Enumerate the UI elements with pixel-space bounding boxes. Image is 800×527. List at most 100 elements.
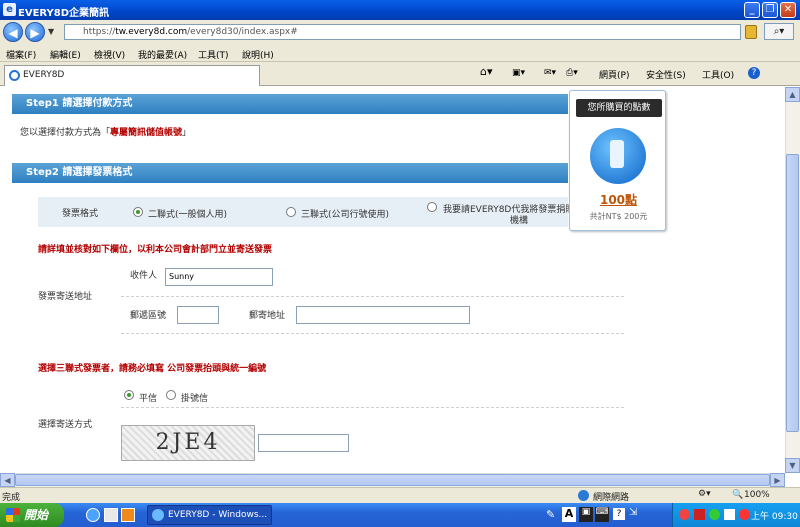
start-label: 開始 [24, 508, 49, 522]
back-icon[interactable]: ◀ [3, 22, 23, 42]
start-button[interactable]: 開始 [0, 503, 64, 527]
delivery-registered-label: 掛號信 [181, 394, 209, 404]
delivery-regular-label: 平信 [139, 394, 158, 404]
menu-file[interactable]: 檔案(F) [6, 48, 36, 61]
language-icon[interactable]: ✎ [546, 508, 555, 521]
zone-text: 網際網路 [593, 493, 630, 503]
ime-help-icon[interactable]: ? [613, 508, 625, 520]
invoice-donate-radio[interactable] [427, 202, 437, 212]
maximize-button[interactable]: ❐ [762, 2, 778, 18]
page-icon [9, 70, 20, 81]
minimize-button[interactable]: _ [744, 2, 760, 18]
forward-icon[interactable]: ▶ [25, 22, 45, 42]
tab-label: EVERY8D [23, 70, 65, 80]
window-title-bar: e EVERY8D企業簡訊 _ ❐ ✕ [0, 0, 800, 20]
tab-every8d[interactable]: EVERY8D [4, 65, 260, 86]
mail-address-input[interactable] [296, 306, 470, 324]
vertical-scroll-thumb[interactable] [786, 154, 799, 432]
tray-alert-icon[interactable] [739, 509, 750, 520]
desktop-quicklaunch-icon[interactable] [104, 508, 118, 522]
globe-icon [578, 490, 589, 501]
invoice-notice: 請詳填並核對如下欄位，以利本公司會計部門立並寄送發票 [38, 245, 273, 255]
mobile-phone-icon [590, 128, 646, 184]
mail-icon[interactable]: ✉▾ [544, 68, 556, 78]
help-icon[interactable]: ? [748, 67, 760, 79]
points-value[interactable]: 100點 [570, 191, 667, 208]
mail-address-label: 郵寄地址 [249, 311, 286, 321]
tray-network-icon[interactable] [709, 509, 720, 520]
clock[interactable]: 上午 09:30 [751, 509, 798, 522]
recipient-label: 收件人 [130, 271, 158, 281]
menu-help[interactable]: 說明(H) [242, 48, 274, 61]
tray-security-icon[interactable] [694, 509, 705, 520]
invoice-duplicate-radio[interactable] [133, 207, 143, 217]
protected-mode-icon[interactable]: ⚙▾ [698, 489, 711, 499]
points-panel: 您所購買的點數 100點 共計NT$ 200元 [569, 90, 666, 231]
points-total: 共計NT$ 200元 [589, 212, 648, 221]
close-button[interactable]: ✕ [780, 2, 796, 18]
search-icon[interactable]: ⌕▾ [764, 23, 794, 40]
ime-keyboard-icon[interactable]: ⌨ [595, 507, 609, 522]
zip-input[interactable] [177, 306, 219, 324]
recipient-input[interactable]: Sunny [165, 268, 273, 286]
scroll-up-icon[interactable]: ▲ [785, 87, 800, 102]
ime-indicator-icon[interactable]: A [562, 507, 576, 522]
home-icon[interactable]: ⌂▾ [480, 65, 493, 78]
delivery-registered-radio[interactable] [166, 390, 176, 400]
tools-menu[interactable]: 工具(O) [702, 68, 734, 81]
invoice-triplicate-radio[interactable] [286, 207, 296, 217]
address-toolbar: ◀ ▶ ▼ https://tw.every8d.com/every8d30/i… [0, 20, 800, 44]
payment-suffix: 」 [182, 128, 192, 138]
address-input[interactable]: https://tw.every8d.com/every8d30/index.a… [64, 24, 741, 40]
horizontal-scroll-thumb[interactable] [15, 474, 770, 486]
step2-header: Step2 請選擇發票格式 [12, 163, 568, 183]
captcha-image: 2JE4 [121, 425, 255, 461]
print-icon[interactable]: ⎙▾ [566, 68, 578, 78]
tray-volume-icon[interactable] [724, 509, 735, 520]
status-bar: 完成 網際網路 ⚙▾ 🔍 100% [0, 487, 800, 503]
ie-quicklaunch-icon[interactable] [86, 508, 100, 522]
invoice-donate-label-2: 機構 [510, 216, 529, 226]
url-path: /every8d30/index.aspx# [187, 27, 298, 37]
status-text: 完成 [2, 493, 21, 503]
points-panel-title: 您所購買的點數 [576, 99, 662, 117]
menu-bar: 檔案(F) 編輯(E) 檢視(V) 我的最愛(A) 工具(T) 說明(H) [0, 44, 800, 62]
menu-favorites[interactable]: 我的最愛(A) [138, 48, 187, 61]
captcha-input[interactable] [258, 434, 349, 452]
delivery-method-label: 選擇寄送方式 [38, 420, 93, 430]
page-menu[interactable]: 網頁(P) [599, 68, 629, 81]
outlook-quicklaunch-icon[interactable] [121, 508, 135, 522]
scroll-down-icon[interactable]: ▼ [785, 458, 800, 473]
delivery-regular-radio[interactable] [124, 390, 134, 400]
divider [121, 333, 624, 334]
divider [121, 296, 624, 297]
scroll-right-icon[interactable]: ▶ [770, 473, 785, 487]
payment-method-text: 您以選擇付款方式為「專屬簡訊儲值帳號」 [20, 125, 191, 138]
taskbar-item-ie[interactable]: EVERY8D - Windows... [147, 505, 272, 525]
ime-options-icon[interactable]: ⇲ [629, 507, 637, 518]
invoice-triplicate-label: 三聯式(公司行號使用) [301, 210, 390, 220]
tray-app-icon[interactable] [679, 509, 690, 520]
page-content: Step1 請選擇付款方式 您以選擇付款方式為「專屬簡訊儲值帳號」 Step2 … [0, 87, 785, 473]
menu-view[interactable]: 檢視(V) [94, 48, 125, 61]
payment-prefix: 您以選擇付款方式為「 [20, 128, 111, 138]
invoice-donate-label: 我要請EVERY8D代我將發票捐贈 [443, 205, 575, 215]
feeds-icon[interactable]: ▣▾ [512, 68, 525, 78]
ie-task-icon [152, 509, 164, 521]
invoice-duplicate-label: 二聯式(一般個人用) [148, 210, 228, 220]
zoom-icon[interactable]: 🔍 [732, 490, 743, 500]
zoom-level[interactable]: 100% [744, 490, 770, 500]
payment-method: 專屬簡訊儲值帳號 [110, 128, 183, 138]
triplicate-notice: 選擇三聯式發票者，請務必填寫 公司發票抬頭與統一編號 [38, 364, 267, 374]
menu-edit[interactable]: 編輯(E) [50, 48, 81, 61]
lock-icon[interactable] [745, 25, 757, 39]
system-tray: 上午 09:30 [672, 503, 800, 527]
scroll-left-icon[interactable]: ◀ [0, 473, 15, 487]
taskbar: 開始 EVERY8D - Windows... ✎ A ▣ ⌨ ? ⇲ 上午 0… [0, 503, 800, 527]
divider [121, 407, 624, 408]
safety-menu[interactable]: 安全性(S) [646, 68, 686, 81]
tab-bar: EVERY8D ⌂▾ ▣▾ ✉▾ ⎙▾ 網頁(P) 安全性(S) 工具(O) ? [0, 62, 800, 86]
history-dropdown-icon[interactable]: ▼ [48, 27, 54, 36]
menu-tools[interactable]: 工具(T) [198, 48, 229, 61]
ime-mode-icon[interactable]: ▣ [579, 507, 593, 522]
